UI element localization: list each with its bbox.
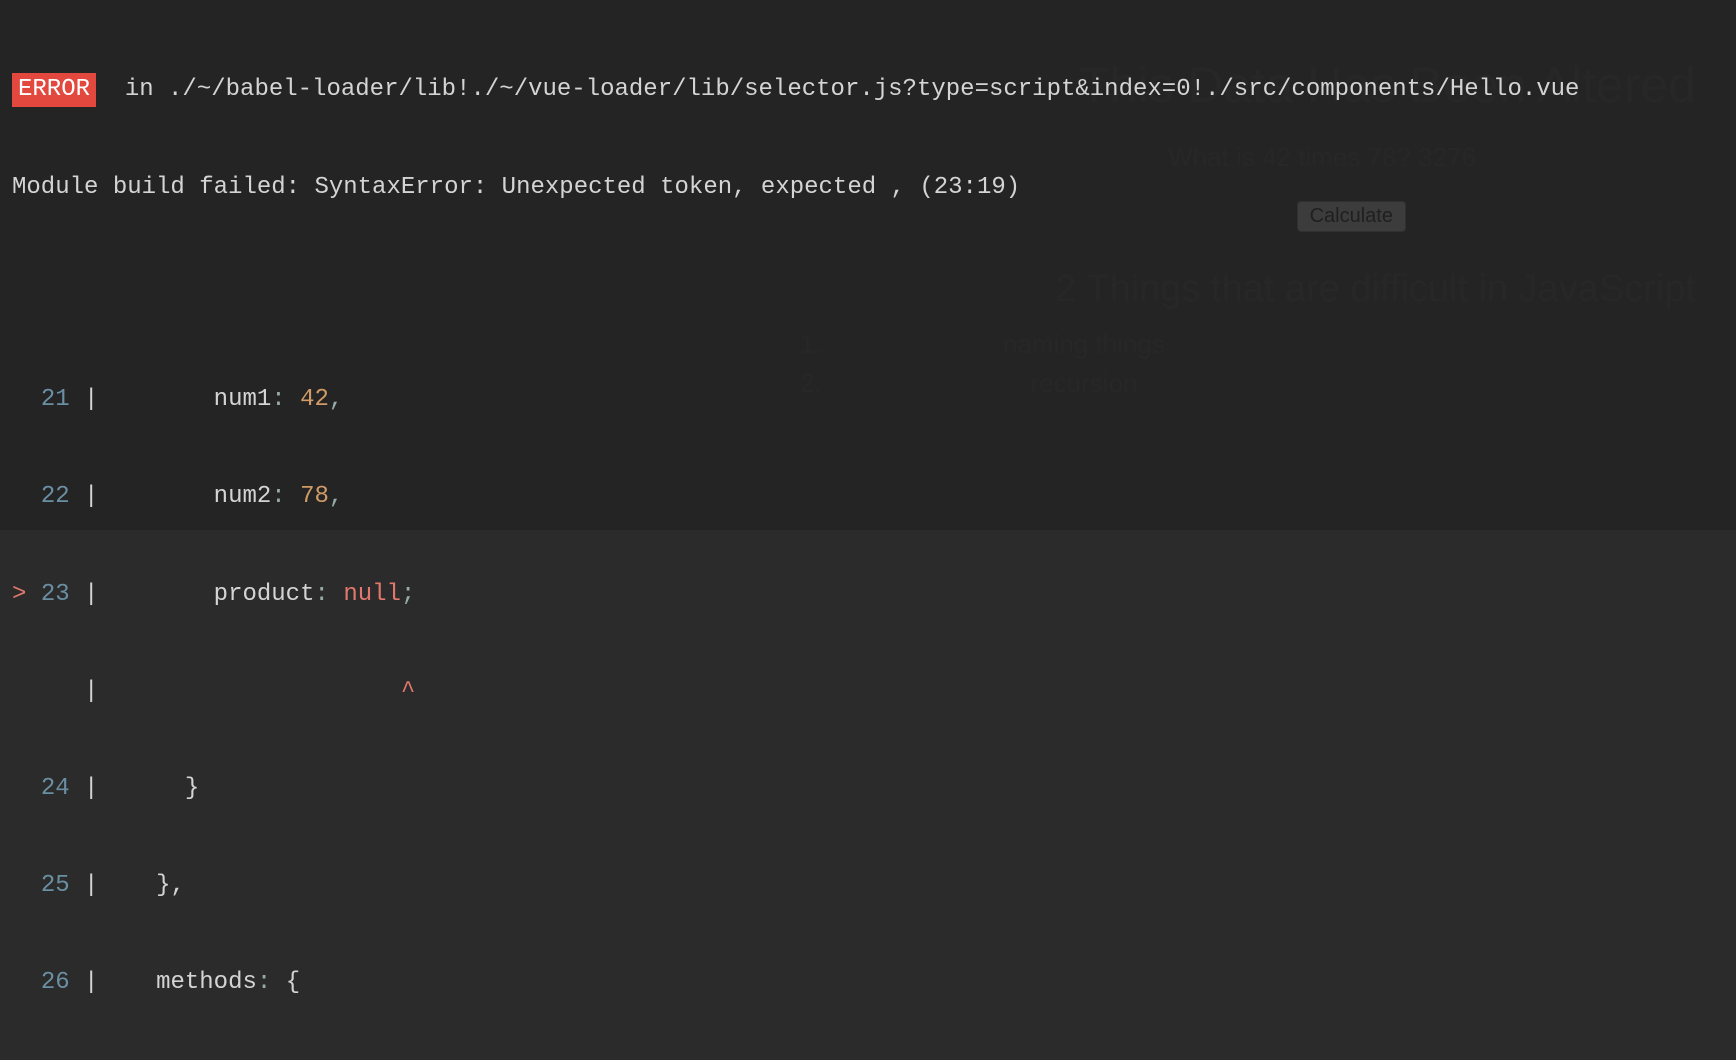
caret-icon: ^: [401, 678, 415, 705]
error-badge: ERROR: [12, 73, 96, 107]
code-line: 22 | num2: 78,: [12, 481, 1724, 513]
error-header: ERROR in ./~/babel-loader/lib!./~/vue-lo…: [12, 73, 1724, 107]
code-frame: 21 | num1: 42, 22 | num2: 78, > 23 | pro…: [12, 320, 1724, 1060]
code-line: 25 | },: [12, 870, 1724, 902]
code-line: 21 | num1: 42,: [12, 384, 1724, 416]
error-path: ./~/babel-loader/lib!./~/vue-loader/lib/…: [168, 76, 1579, 103]
code-line: 26 | methods: {: [12, 967, 1724, 999]
code-caret-line: | ^: [12, 676, 1724, 708]
error-overlay: ERROR in ./~/babel-loader/lib!./~/vue-lo…: [0, 0, 1736, 530]
code-line-error: > 23 | product: null;: [12, 579, 1724, 611]
error-message: Module build failed: SyntaxError: Unexpe…: [12, 172, 1724, 204]
error-in-prefix: in: [96, 76, 168, 103]
code-line: 24 | }: [12, 773, 1724, 805]
